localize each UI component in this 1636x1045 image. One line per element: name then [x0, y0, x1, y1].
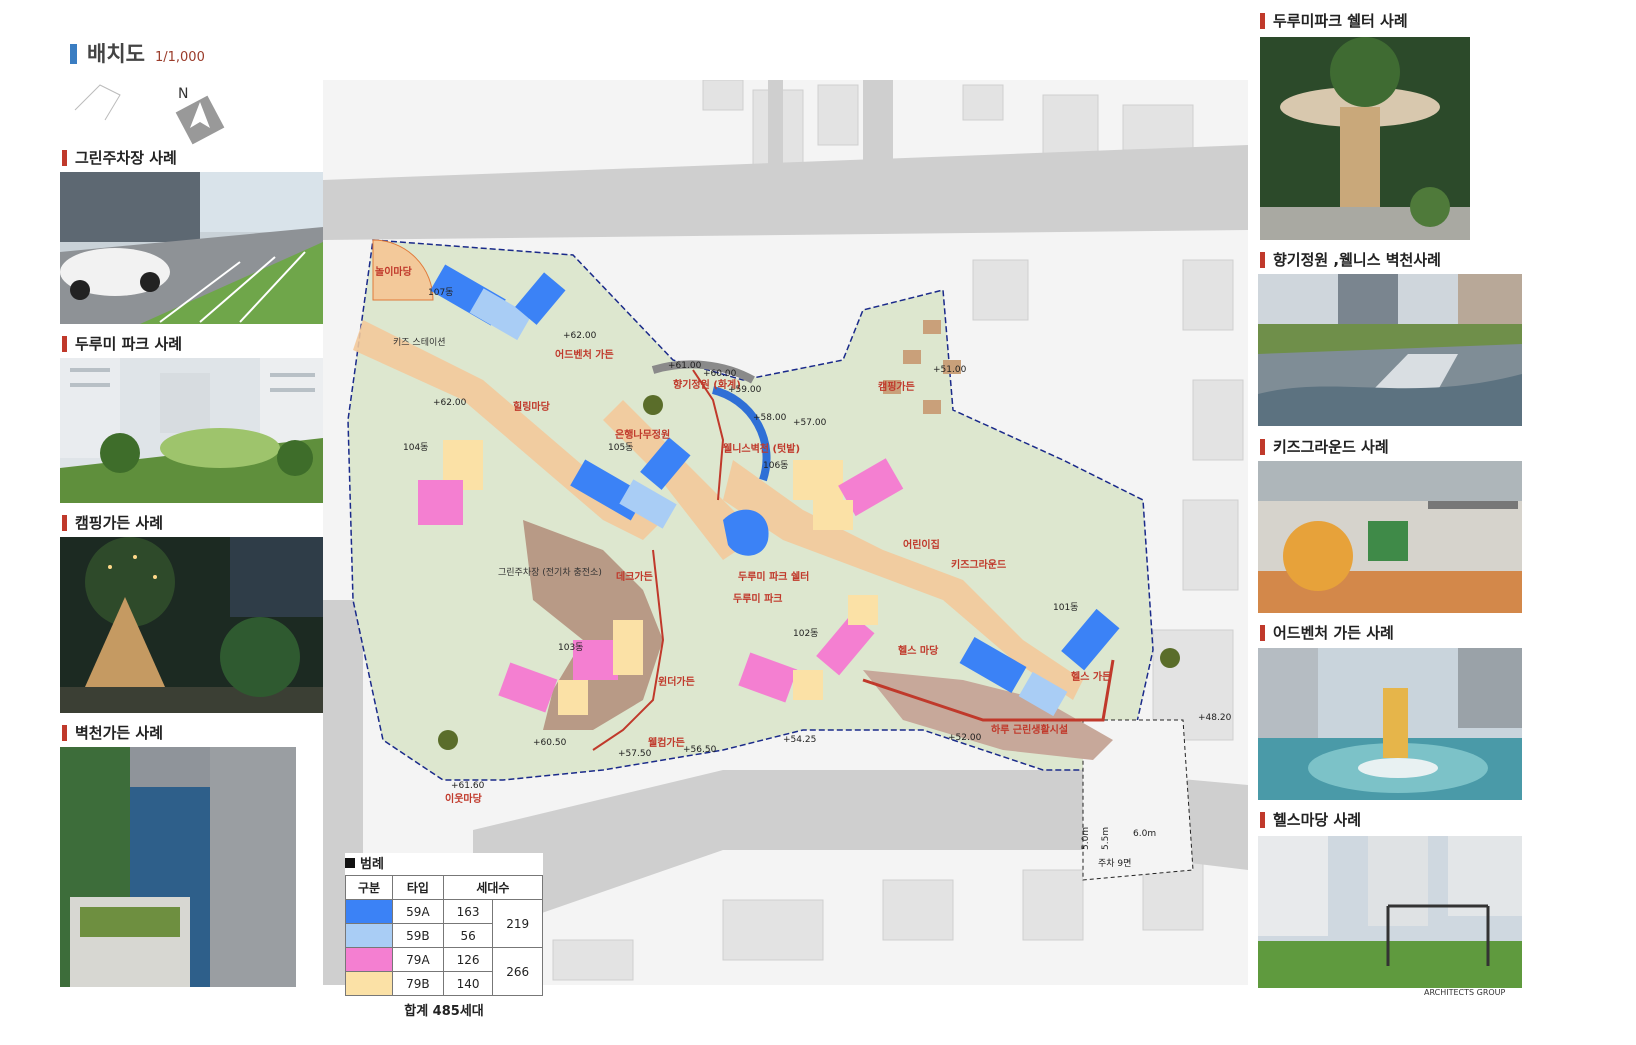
svg-text:그린주차장 (전기차 충전소): 그린주차장 (전기차 충전소): [498, 566, 602, 578]
svg-text:어드벤처 가든: 어드벤처 가든: [555, 348, 614, 361]
svg-text:103동: 103동: [558, 642, 583, 653]
legend-group-total: 266: [492, 947, 543, 996]
svg-text:5.5m: 5.5m: [1101, 827, 1111, 850]
svg-text:+58.00: +58.00: [753, 413, 787, 423]
legend-header-type: 타입: [392, 875, 444, 900]
svg-text:5.0m: 5.0m: [1081, 827, 1091, 850]
photo-shelter: [1260, 37, 1470, 240]
svg-text:힐링마당: 힐링마당: [513, 400, 551, 413]
svg-text:+62.00: +62.00: [433, 398, 467, 408]
svg-text:+51.00: +51.00: [933, 365, 967, 375]
svg-text:+57.00: +57.00: [793, 418, 827, 428]
legend-row: 59A 163 219: [345, 899, 543, 948]
svg-text:+59.00: +59.00: [728, 385, 762, 395]
svg-text:106동: 106동: [763, 460, 788, 471]
svg-text:102동: 102동: [793, 628, 818, 639]
svg-text:두루미 파크: 두루미 파크: [733, 592, 782, 605]
svg-text:+52.00: +52.00: [948, 733, 982, 743]
svg-text:키즈그라운드: 키즈그라운드: [951, 558, 1006, 571]
svg-text:헬스 마당: 헬스 마당: [898, 644, 939, 657]
page-title: 배치도 1/1,000: [70, 38, 205, 68]
svg-text:놀이마당: 놀이마당: [375, 265, 413, 278]
svg-text:두루미 파크 쉘터: 두루미 파크 쉘터: [738, 570, 809, 583]
photo-wall-garden: [60, 747, 296, 987]
svg-text:+60.50: +60.50: [533, 738, 567, 748]
svg-text:데크가든: 데크가든: [616, 570, 653, 583]
svg-text:105동: 105동: [608, 442, 633, 453]
legend-row: 79A 126 266: [345, 947, 543, 996]
svg-text:윈더가든: 윈더가든: [658, 675, 695, 688]
compass-label: N: [178, 86, 188, 102]
footer-brand: ARCHITECTS GROUP: [1424, 988, 1506, 997]
svg-text:어린이집: 어린이집: [903, 538, 940, 551]
photo-camping-garden: [60, 537, 323, 713]
caption-fragrance: 향기정원 ,웰니스 벽천사례: [1260, 249, 1441, 270]
svg-text:이웃마당: 이웃마당: [445, 792, 483, 805]
caption-camping-garden: 캠핑가든 사례: [62, 512, 163, 533]
title-text: 배치도: [87, 42, 145, 66]
legend-bullet-icon: [345, 857, 355, 868]
legend-total: 합계 485세대: [404, 1004, 484, 1019]
caption-wall-garden: 벽천가든 사례: [62, 722, 163, 743]
compass-icon: N: [74, 84, 225, 145]
svg-text:주차 9면: 주차 9면: [1098, 857, 1131, 869]
svg-text:+61.00: +61.00: [668, 361, 702, 371]
svg-text:107동: 107동: [428, 287, 453, 298]
svg-text:+56.50: +56.50: [683, 745, 717, 755]
svg-text:+48.20: +48.20: [1198, 713, 1232, 723]
legend: 범례 구분 타입 세대수 59A 163 219 59B 56 79A 126 …: [345, 853, 544, 1019]
svg-text:+61.60: +61.60: [451, 781, 485, 791]
photo-kids-ground: [1258, 461, 1522, 613]
svg-text:104동: 104동: [403, 442, 428, 453]
legend-table: 구분 타입 세대수 59A 163 219 59B 56 79A 126 266…: [345, 875, 544, 996]
photo-health: [1258, 836, 1522, 988]
photo-adventure: [1258, 648, 1522, 800]
svg-text:하루 근린생활시설: 하루 근린생활시설: [991, 723, 1068, 736]
svg-text:101동: 101동: [1053, 602, 1078, 613]
scale-text: 1/1,000: [154, 50, 205, 65]
caption-shelter: 두루미파크 쉘터 사례: [1260, 10, 1408, 31]
caption-green-parking: 그린주차장 사례: [62, 147, 177, 168]
photo-fragrance: [1258, 274, 1522, 426]
legend-title: 범례: [345, 853, 543, 872]
svg-text:캠핑가든: 캠핑가든: [878, 380, 915, 393]
photo-green-parking: [60, 172, 323, 324]
caption-health: 헬스마당 사례: [1260, 809, 1361, 830]
svg-text:6.0m: 6.0m: [1133, 829, 1156, 839]
caption-durumi-park: 두루미 파크 사례: [62, 333, 182, 354]
caption-adventure: 어드벤처 가든 사례: [1260, 622, 1394, 643]
svg-text:은행나무정원: 은행나무정원: [615, 428, 670, 441]
photo-durumi-park: [60, 358, 323, 503]
legend-header-category: 구분: [345, 875, 393, 900]
svg-text:키즈 스테이션: 키즈 스테이션: [393, 337, 446, 348]
legend-group-total: 219: [492, 899, 543, 948]
compass: N: [70, 80, 230, 150]
svg-text:+60.00: +60.00: [703, 369, 737, 379]
svg-text:+62.00: +62.00: [563, 331, 597, 341]
svg-text:+54.25: +54.25: [783, 735, 816, 745]
legend-header-units: 세대수: [442, 875, 544, 900]
svg-text:웰컴가든: 웰컴가든: [648, 736, 685, 749]
title-marker: [70, 44, 77, 64]
svg-text:헬스 가든: 헬스 가든: [1071, 670, 1111, 683]
site-plan-map: 놀이마당 어드벤처 가든 힐링마당 은행나무정원 향기정원 (화계) 웰니스벽천…: [323, 79, 1248, 985]
svg-text:+57.50: +57.50: [618, 749, 652, 759]
svg-text:웰니스벽천 (텃밭): 웰니스벽천 (텃밭): [723, 442, 800, 455]
caption-kids-ground: 키즈그라운드 사례: [1260, 436, 1389, 457]
